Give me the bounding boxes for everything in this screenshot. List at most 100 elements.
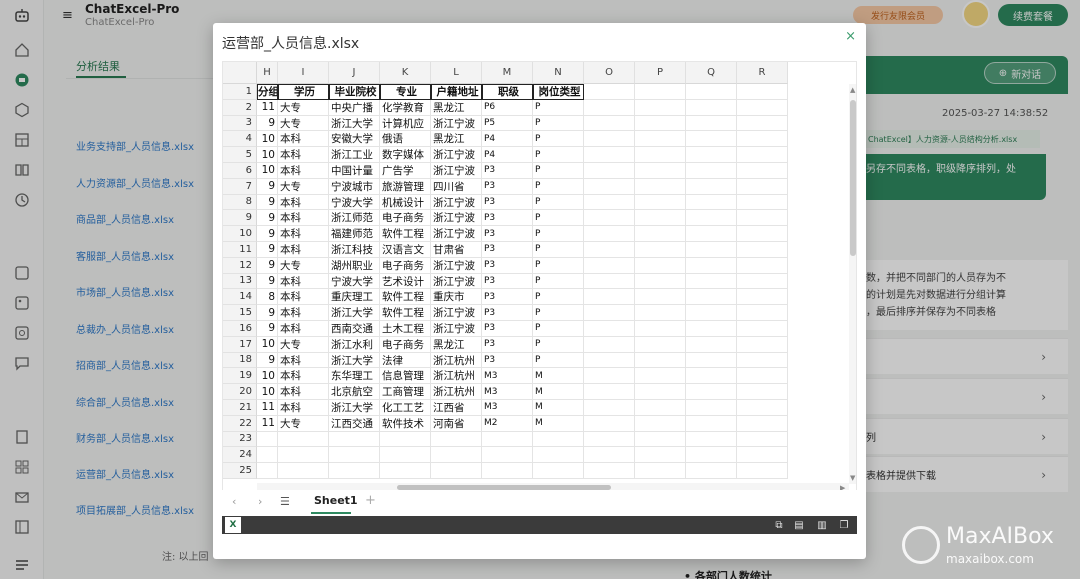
table-cell[interactable]: P3 [482,210,533,227]
table-cell[interactable]: 河南省 [431,415,482,432]
table-cell[interactable]: 软件工程 [380,289,431,306]
close-icon[interactable]: × [845,29,856,44]
empty-cell[interactable] [686,131,737,148]
prev-sheet-icon[interactable]: ‹ [232,495,236,508]
table-cell[interactable]: 9 [257,115,278,132]
table-cell[interactable]: 浙江宁波 [431,163,482,179]
empty-cell[interactable] [533,431,584,448]
empty-cell[interactable] [257,447,278,464]
table-cell[interactable]: 浙江师范 [329,210,380,227]
empty-cell[interactable] [431,431,482,448]
empty-cell[interactable] [278,463,329,479]
row-header[interactable]: 20 [223,384,257,400]
row-header[interactable]: 5 [223,147,257,163]
empty-cell[interactable] [635,178,686,195]
empty-cell[interactable] [584,226,635,242]
empty-cell[interactable] [584,273,635,290]
table-cell[interactable]: 旅游管理 [380,178,431,195]
table-cell[interactable]: P [533,194,584,211]
row-header[interactable]: 11 [223,242,257,258]
table-cell[interactable]: 浙江宁波 [431,305,482,321]
empty-cell[interactable] [737,210,788,227]
table-cell[interactable]: 土木工程 [380,321,431,337]
table-cell[interactable]: 电子商务 [380,336,431,353]
table-cell[interactable]: 宁波大学 [329,194,380,211]
row-header[interactable]: 23 [223,431,257,448]
empty-cell[interactable] [329,431,380,448]
row-header[interactable]: 3 [223,115,257,132]
empty-cell[interactable] [380,431,431,448]
table-cell[interactable]: 北京航空 [329,384,380,400]
empty-cell[interactable] [686,384,737,400]
table-cell[interactable]: P3 [482,242,533,258]
table-cell[interactable]: 大专 [278,115,329,132]
table-cell[interactable]: P [533,163,584,179]
empty-cell[interactable] [635,384,686,400]
table-cell[interactable]: 黑龙江 [431,131,482,148]
table-cell[interactable]: 本科 [278,305,329,321]
empty-cell[interactable] [686,352,737,369]
table-cell[interactable]: 11 [257,400,278,416]
empty-cell[interactable] [584,400,635,416]
row-header[interactable]: 1 [223,84,257,100]
table-cell[interactable]: 本科 [278,321,329,337]
tab-sheet1[interactable]: Sheet1 [314,494,358,507]
empty-cell[interactable] [635,131,686,148]
empty-cell[interactable] [737,131,788,148]
empty-cell[interactable] [584,336,635,353]
empty-cell[interactable] [431,463,482,479]
table-cell[interactable]: 11 [257,99,278,116]
empty-cell[interactable] [584,131,635,148]
table-cell[interactable]: P3 [482,257,533,274]
empty-cell[interactable] [737,99,788,116]
empty-cell[interactable] [584,194,635,211]
empty-cell[interactable] [635,368,686,385]
table-cell[interactable]: 江西省 [431,400,482,416]
empty-cell[interactable] [635,305,686,321]
table-cell[interactable]: 浙江宁波 [431,210,482,227]
empty-cell[interactable] [533,463,584,479]
table-cell[interactable]: 本科 [278,352,329,369]
header-cell[interactable]: 毕业院校 [329,84,380,100]
empty-cell[interactable] [686,305,737,321]
table-cell[interactable]: 俄语 [380,131,431,148]
table-cell[interactable]: 本科 [278,368,329,385]
row-header[interactable]: 22 [223,415,257,432]
table-cell[interactable]: M [533,384,584,400]
table-cell[interactable]: 9 [257,273,278,290]
column-header[interactable]: R [737,62,788,84]
empty-cell[interactable] [584,321,635,337]
table-cell[interactable]: P [533,273,584,290]
table-cell[interactable]: 宁波大学 [329,273,380,290]
empty-cell[interactable] [584,178,635,195]
empty-cell[interactable] [737,400,788,416]
column-header[interactable]: P [635,62,686,84]
empty-cell[interactable] [737,305,788,321]
table-cell[interactable]: M3 [482,400,533,416]
row-header[interactable]: 9 [223,210,257,227]
column-header[interactable]: L [431,62,482,84]
empty-cell[interactable] [737,336,788,353]
copy-icon[interactable]: ⧉ [773,519,785,531]
table-cell[interactable]: 安徽大学 [329,131,380,148]
empty-cell[interactable] [635,463,686,479]
empty-cell[interactable] [584,463,635,479]
table-cell[interactable]: 大专 [278,99,329,116]
table-cell[interactable]: 软件技术 [380,415,431,432]
empty-cell[interactable] [635,321,686,337]
row-header[interactable]: 4 [223,131,257,148]
table-cell[interactable]: 本科 [278,131,329,148]
table-cell[interactable]: 江西交通 [329,415,380,432]
table-cell[interactable]: 本科 [278,147,329,163]
table-cell[interactable]: M [533,368,584,385]
row-header[interactable]: 14 [223,289,257,306]
empty-cell[interactable] [635,210,686,227]
empty-cell[interactable] [737,463,788,479]
table-cell[interactable]: 10 [257,147,278,163]
table-cell[interactable]: 信息管理 [380,368,431,385]
empty-cell[interactable] [686,147,737,163]
table-cell[interactable]: 化工工艺 [380,400,431,416]
spreadsheet-grid[interactable]: ▲ ▼ ▶ H I J K L M N O P Q R 1 分组 学历 毕业院校 专业 户籍地址 职级 岗位类型 2 1… [222,61,857,515]
empty-cell[interactable] [686,257,737,274]
table-cell[interactable]: 重庆理工 [329,289,380,306]
